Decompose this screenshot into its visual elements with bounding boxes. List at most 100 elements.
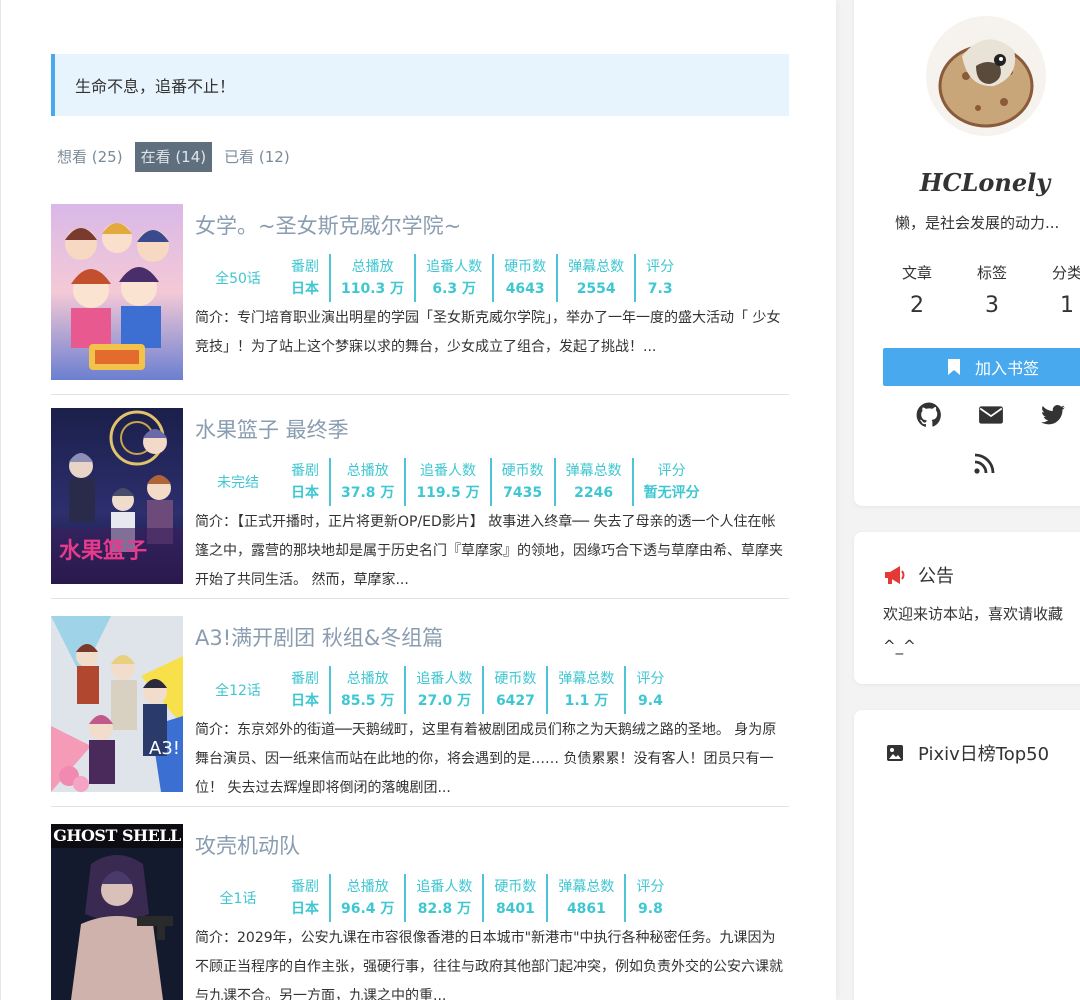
- stat-value: 7.3: [647, 281, 673, 297]
- cover-logo-text: GHOST SHELL: [53, 826, 181, 845]
- stat-region: 番剧 日本: [281, 874, 331, 922]
- stat-label: 硬币数: [494, 671, 537, 687]
- item-divider: [51, 598, 789, 599]
- stat-followers: 追番人数 27.0 万: [406, 666, 485, 714]
- notice-banner: 生命不息，追番不止！: [51, 54, 789, 116]
- announcement-body: 欢迎来访本站，喜欢请收藏 ^_^: [883, 598, 1080, 662]
- stat-coins: 硬币数 7435: [492, 458, 556, 506]
- tab-watched[interactable]: 已看 (12): [218, 142, 296, 172]
- stat-value: 27.0 万: [417, 693, 472, 709]
- stat-value: 8401: [495, 901, 535, 917]
- avatar[interactable]: [926, 16, 1046, 136]
- stat-value: 9.8: [638, 901, 663, 917]
- stat-value: 37.8 万: [341, 485, 395, 501]
- anime-item: A3! A3!满开剧团 秋组&冬组篇 全12话 番剧 日本 总播放 85.5 万 追…: [51, 616, 789, 807]
- email-icon[interactable]: [978, 402, 1004, 428]
- stat-label: 硬币数: [494, 879, 537, 895]
- stat-label: 弹幕总数: [558, 879, 615, 895]
- anime-stats: 全50话 番剧 日本 总播放 110.3 万 追番人数 6.3 万 硬币数 4643 弹…: [195, 254, 755, 302]
- stat-region: 番剧 日本: [281, 254, 331, 302]
- announcement-card: 公告 欢迎来访本站，喜欢请收藏 ^_^: [854, 532, 1080, 684]
- pixiv-card: Pixiv日榜Top50: [854, 710, 1080, 1000]
- social-links: [916, 402, 1066, 428]
- megaphone-icon: [885, 566, 905, 584]
- count-categories[interactable]: 分类 1: [1032, 262, 1080, 324]
- status-tabs: 想看 (25) 在看 (14) 已看 (12): [51, 142, 302, 172]
- anime-title[interactable]: 水果篮子 最终季: [195, 414, 349, 444]
- count-value: 2: [910, 293, 924, 318]
- anime-cover[interactable]: GHOST SHELL: [51, 824, 183, 1000]
- add-bookmark-button[interactable]: 加入书签: [883, 348, 1080, 386]
- bookmark-icon: [947, 359, 960, 375]
- stat-value: 9.4: [638, 693, 663, 709]
- rss-icon[interactable]: [972, 452, 996, 476]
- anime-description: 简介：【正式开播时，正片将更新OP/ED影片】 故事进入终章── 失去了母亲的透…: [195, 514, 783, 588]
- notice-text: 生命不息，追番不止！: [75, 77, 236, 96]
- stat-score: 评分 7.3: [636, 254, 684, 302]
- stat-value: 1.1 万: [564, 693, 609, 709]
- stat-label: 硬币数: [501, 463, 544, 479]
- stat-value: 110.3 万: [341, 281, 405, 297]
- anime-title[interactable]: A3!满开剧团 秋组&冬组篇: [195, 622, 443, 652]
- count-label: 标签: [976, 264, 1007, 282]
- stat-score: 评分 9.8: [626, 874, 674, 922]
- count-value: 1: [1060, 293, 1074, 318]
- count-articles[interactable]: 文章 2: [882, 262, 952, 324]
- anime-item: 水果篮子 水果篮子 最终季 未完结 番剧 日本 总播放 37.8 万 追番人数 119…: [51, 408, 789, 599]
- stat-value: 日本: [291, 485, 319, 501]
- stat-danmaku: 弹幕总数 4861: [548, 874, 627, 922]
- announcement-title: 公告: [918, 566, 954, 587]
- profile-card: HCLonely 懒，是社会发展的动力... 文章 2 标签 3 分类 1 加入…: [854, 0, 1080, 506]
- stat-value: 7435: [503, 485, 543, 501]
- count-value: 3: [985, 293, 999, 318]
- stat-danmaku: 弹幕总数 1.1 万: [548, 666, 627, 714]
- anime-stats: 全12话 番剧 日本 总播放 85.5 万 追番人数 27.0 万 硬币数 6427 弹…: [195, 666, 755, 714]
- anime-description: 简介：专门培育职业演出明星的学园「圣女斯克威尔学院」，举办了一年一度的盛大活动「…: [195, 310, 781, 355]
- anime-cover[interactable]: [51, 204, 183, 380]
- username[interactable]: HCLonely: [854, 168, 1080, 197]
- stat-label: 番剧: [291, 671, 319, 687]
- stat-label: 评分: [646, 259, 675, 275]
- image-icon: [887, 745, 903, 761]
- anime-item: GHOST SHELL 攻壳机动队 全1话 番剧 日本 总播放 96.4 万 追番人…: [51, 824, 789, 1000]
- stat-value: 6427: [495, 693, 535, 709]
- announcement-header: 公告: [884, 562, 954, 588]
- stat-value: 85.5 万: [341, 693, 395, 709]
- anime-cover[interactable]: 水果篮子: [51, 408, 183, 584]
- anime-cover[interactable]: A3!: [51, 616, 183, 792]
- anime-item: 女学。~圣女斯克威尔学院~ 全50话 番剧 日本 总播放 110.3 万 追番人数 6…: [51, 204, 789, 395]
- twitter-icon[interactable]: [1040, 402, 1066, 428]
- count-label: 分类: [1051, 264, 1080, 282]
- svg-text:A3!: A3!: [149, 738, 180, 759]
- stat-followers: 追番人数 82.8 万: [406, 874, 485, 922]
- stat-value: 暂无评分: [643, 485, 700, 501]
- stat-value: 2554: [576, 281, 616, 297]
- stat-value: 2246: [574, 485, 614, 501]
- stat-label: 总播放: [346, 671, 389, 687]
- github-icon[interactable]: [916, 402, 942, 428]
- pixiv-title[interactable]: Pixiv日榜Top50: [918, 740, 1049, 766]
- stat-label: 番剧: [291, 259, 319, 275]
- anime-stats: 未完结 番剧 日本 总播放 37.8 万 追番人数 119.5 万 硬币数 7435 弹…: [195, 458, 755, 506]
- stat-label: 追番人数: [420, 463, 476, 479]
- stat-label: 追番人数: [416, 879, 473, 895]
- rss-link[interactable]: [972, 452, 996, 480]
- stat-value: 日本: [291, 281, 319, 297]
- stat-region: 番剧 日本: [281, 458, 331, 506]
- stat-region: 番剧 日本: [281, 666, 331, 714]
- anime-title[interactable]: 女学。~圣女斯克威尔学院~: [195, 210, 461, 240]
- stat-followers: 追番人数 6.3 万: [416, 254, 495, 302]
- stat-label: 总播放: [346, 463, 389, 479]
- episode-count: 全1话: [219, 891, 257, 907]
- anime-title[interactable]: 攻壳机动队: [195, 830, 300, 860]
- stat-label: 追番人数: [416, 671, 473, 687]
- tab-watching[interactable]: 在看 (14): [134, 142, 213, 172]
- count-tags[interactable]: 标签 3: [957, 262, 1027, 324]
- pixiv-header: Pixiv日榜Top50: [886, 740, 1049, 766]
- stat-label: 总播放: [346, 879, 389, 895]
- stat-label: 评分: [657, 463, 686, 479]
- stat-value: 日本: [291, 901, 319, 917]
- tab-want[interactable]: 想看 (25): [51, 142, 129, 172]
- stat-value: 6.3 万: [432, 281, 477, 297]
- stat-score: 评分 暂无评分: [634, 458, 710, 506]
